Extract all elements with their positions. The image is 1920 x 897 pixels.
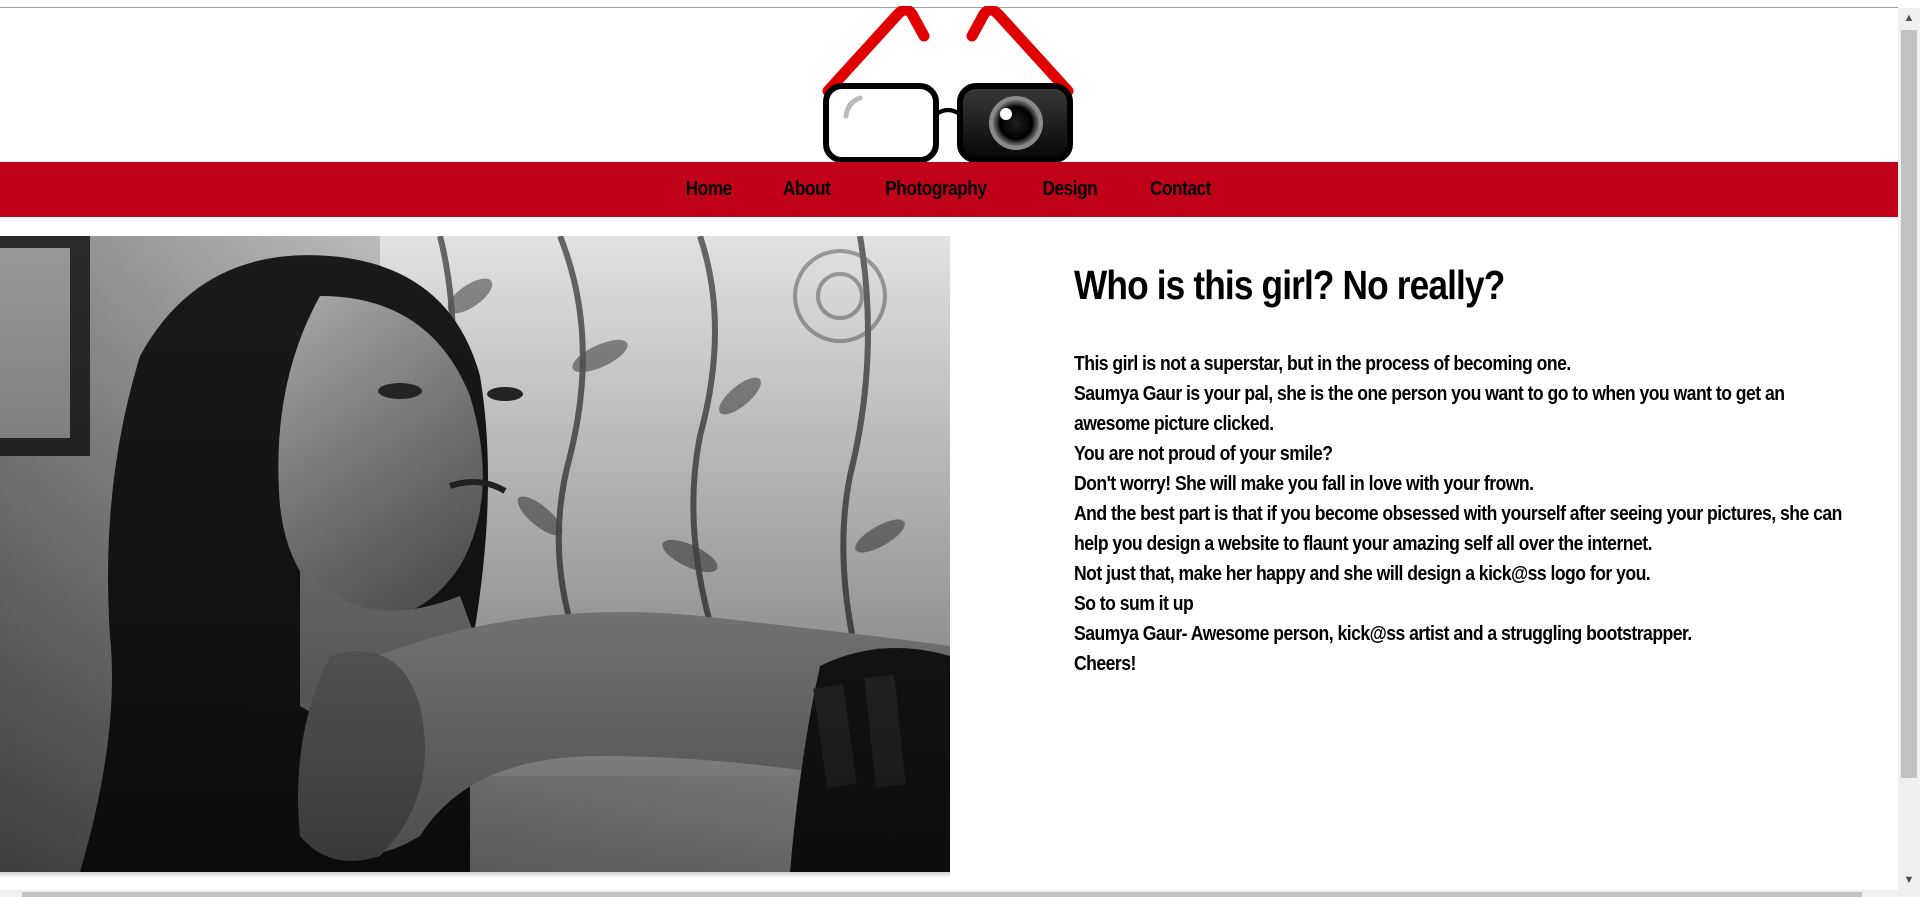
chevron-up-icon[interactable]: ▲ <box>1898 8 1920 28</box>
horizontal-scrollbar-thumb[interactable] <box>22 892 1862 897</box>
nav-link-photography[interactable]: Photography <box>885 178 987 201</box>
profile-photo <box>0 236 950 872</box>
about-paragraph: This girl is not a superstar, but in the… <box>1074 349 1848 679</box>
about-line: You are not proud of your smile? <box>1074 443 1333 465</box>
vertical-scrollbar-thumb[interactable] <box>1901 30 1917 778</box>
about-line: So to sum it up <box>1074 593 1194 615</box>
about-content: Who is this girl? No really? This girl i… <box>1074 262 1874 679</box>
nav-link-design[interactable]: Design <box>1042 178 1097 201</box>
nav-link-home[interactable]: Home <box>686 178 733 201</box>
about-line: Cheers! <box>1074 653 1136 675</box>
nav-link-about[interactable]: About <box>783 178 831 201</box>
about-line: Saumya Gaur- Awesome person, kick@ss art… <box>1074 623 1692 645</box>
nav-link-contact[interactable]: Contact <box>1150 178 1211 201</box>
photo-shadow <box>0 872 950 878</box>
about-line: And the best part is that if you become … <box>1074 503 1842 555</box>
glasses-logo-icon[interactable] <box>820 6 1076 166</box>
main-navigation: Home About Photography Design Contact <box>0 162 1898 217</box>
about-line: Not just that, make her happy and she wi… <box>1074 563 1651 585</box>
chevron-down-icon[interactable]: ▼ <box>1898 870 1920 890</box>
about-heading: Who is this girl? No really? <box>1074 262 1505 308</box>
about-line: Don't worry! She will make you fall in l… <box>1074 473 1534 495</box>
about-line: This girl is not a superstar, but in the… <box>1074 353 1571 375</box>
about-line: Saumya Gaur is your pal, she is the one … <box>1074 383 1785 435</box>
